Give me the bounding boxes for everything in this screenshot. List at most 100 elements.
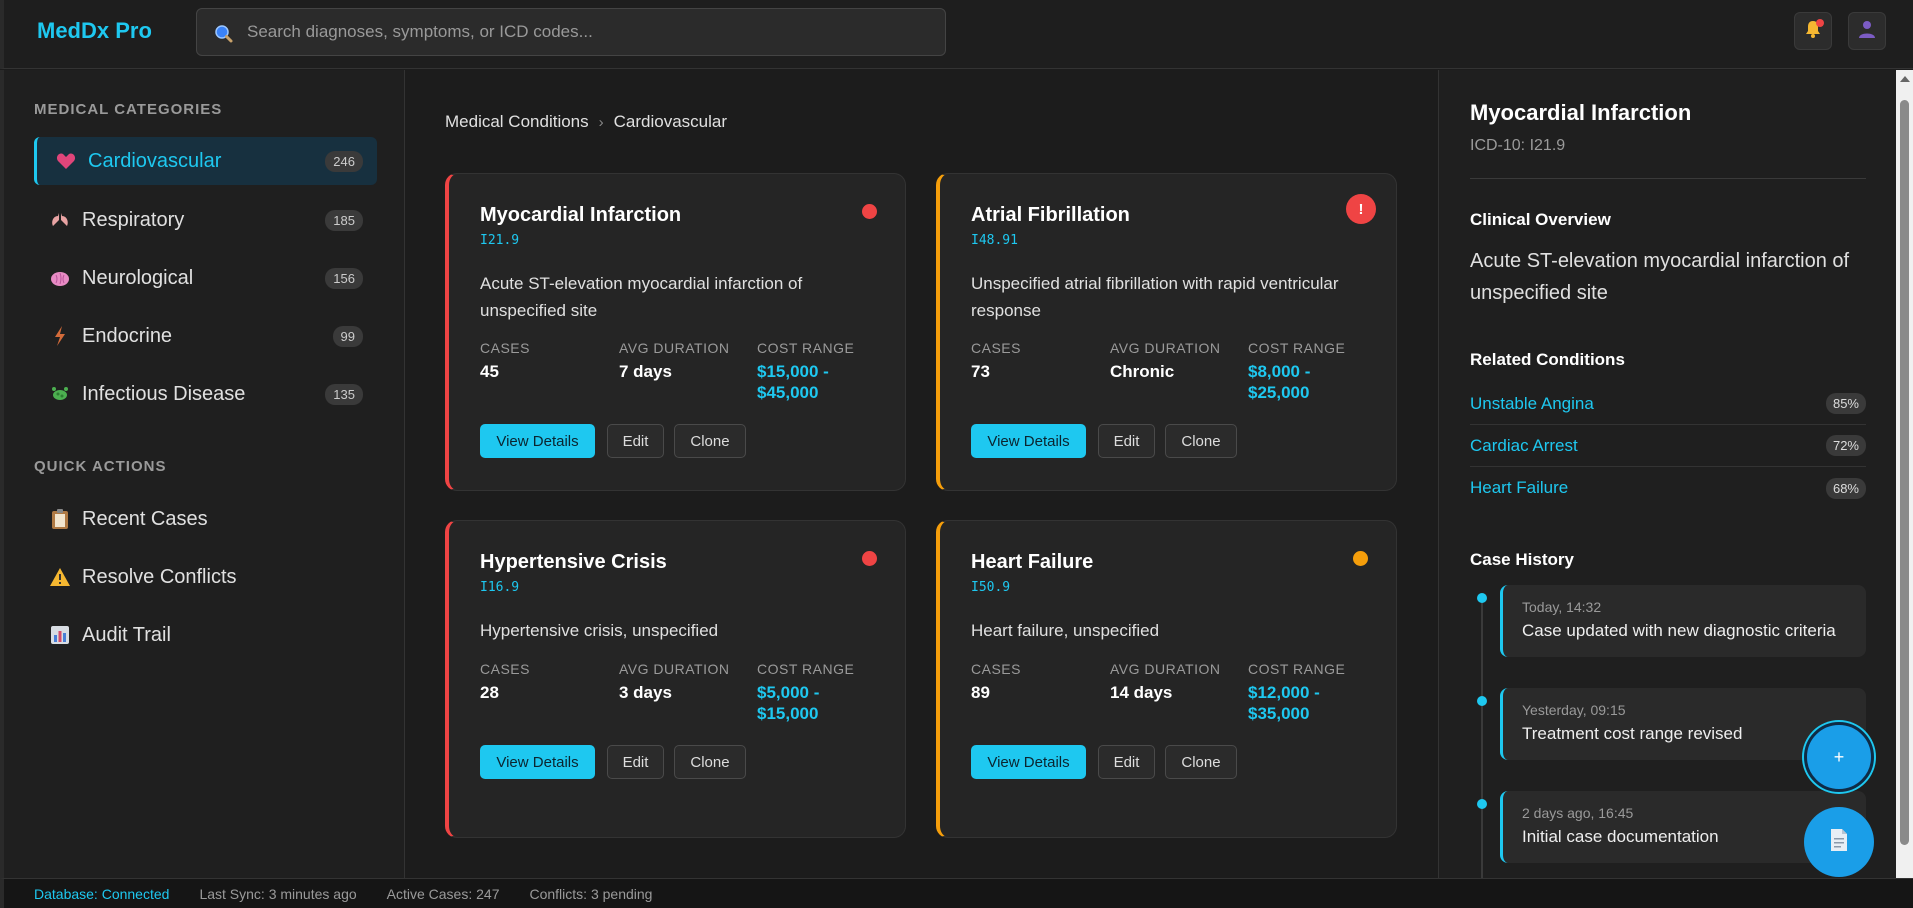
timeline-line [1481, 600, 1483, 890]
severity-indicator [862, 551, 877, 566]
breadcrumb-root[interactable]: Medical Conditions [445, 112, 589, 132]
duration-stat: AVG DURATION 14 days [1110, 661, 1221, 702]
related-condition-link[interactable]: Cardiac Arrest [1470, 436, 1578, 456]
user-profile-button[interactable] [1848, 12, 1886, 50]
overview-heading: Clinical Overview [1470, 210, 1611, 229]
similarity-badge: 68% [1825, 477, 1866, 499]
app-logo[interactable]: MedDx Pro [37, 18, 152, 44]
sidebar-item-label: Neurological [82, 266, 194, 289]
sidebar-item-endocrine[interactable]: Endocrine 99 [34, 312, 377, 360]
categories-heading: MEDICAL CATEGORIES [34, 101, 223, 118]
user-icon [1857, 19, 1877, 44]
view-details-button[interactable]: View Details [480, 424, 595, 458]
edit-button[interactable]: Edit [1098, 745, 1155, 779]
sidebar-item-label: Respiratory [82, 208, 185, 231]
related-heading: Related Conditions [1470, 350, 1625, 369]
search-input[interactable] [247, 9, 927, 55]
condition-description: Acute ST-elevation myocardial infarction… [480, 274, 803, 320]
scrollbar-thumb[interactable] [1900, 100, 1909, 845]
view-details-button[interactable]: View Details [480, 745, 595, 779]
status-bar: Database: Connected Last Sync: 3 minutes… [0, 878, 1913, 908]
scroll-up-arrow[interactable] [1900, 76, 1910, 82]
cases-stat: CASES 45 [480, 340, 530, 381]
sidebar-item-label: Cardiovascular [88, 149, 222, 172]
divider [1470, 178, 1866, 179]
edit-button[interactable]: Edit [607, 424, 664, 458]
cases-stat: CASES 28 [480, 661, 530, 702]
similarity-badge: 72% [1825, 435, 1866, 456]
cost-stat: COST RANGE $5,000 - $15,000 [757, 661, 855, 723]
similarity-badge: 85% [1825, 393, 1866, 414]
condition-title: Myocardial Infarction [480, 204, 682, 226]
condition-card[interactable]: Hypertensive Crisis I16.9 Hypertensive c… [445, 520, 906, 838]
clone-button[interactable]: Clone [674, 745, 746, 779]
clone-button[interactable]: Clone [1165, 745, 1237, 779]
sidebar-item-cardiovascular[interactable]: Cardiovascular 246 [34, 137, 377, 185]
related-condition[interactable]: Cardiac Arrest 72% [1470, 425, 1866, 467]
sidebar-item-label: Recent Cases [82, 507, 208, 530]
view-details-button[interactable]: View Details [971, 424, 1086, 458]
detail-title: Myocardial Infarction [1470, 100, 1692, 125]
history-entry: Today, 14:32 Case updated with new diagn… [1500, 585, 1866, 657]
category-count: 135 [325, 383, 363, 405]
database-status: Database: Connected [34, 885, 170, 902]
scrollbar[interactable] [1896, 70, 1913, 878]
search-bar[interactable] [196, 8, 946, 56]
cases-stat: CASES 89 [971, 661, 1021, 702]
history-message: Case updated with new diagnostic criteri… [1522, 621, 1836, 640]
severity-indicator [862, 204, 877, 219]
condition-card[interactable]: Myocardial Infarction I21.9 Acute ST-ele… [445, 173, 906, 491]
sidebar-item-label: Audit Trail [82, 623, 171, 646]
app-header: MedDx Pro [0, 0, 1913, 69]
document-icon [1829, 828, 1849, 857]
sidebar: MEDICAL CATEGORIES Cardiovascular 246 Re… [0, 70, 405, 878]
edit-button[interactable]: Edit [1098, 424, 1155, 458]
category-count: 156 [325, 267, 363, 289]
related-condition[interactable]: Unstable Angina 85% [1470, 383, 1866, 425]
sync-status: Last Sync: 3 minutes ago [199, 885, 357, 902]
duration-stat: AVG DURATION Chronic [1110, 340, 1221, 381]
sidebar-item-label: Infectious Disease [82, 382, 246, 405]
related-condition[interactable]: Heart Failure 68% [1470, 467, 1866, 509]
duration-stat: AVG DURATION 3 days [619, 661, 730, 702]
notifications-button[interactable] [1794, 12, 1832, 50]
related-condition-link[interactable]: Heart Failure [1470, 478, 1568, 498]
quick-action-recent-cases[interactable]: Recent Cases [34, 495, 377, 543]
condition-title: Hypertensive Crisis [480, 551, 667, 573]
edit-button[interactable]: Edit [607, 745, 664, 779]
related-condition-link[interactable]: Unstable Angina [1470, 394, 1594, 414]
cases-stat: CASES 73 [971, 340, 1021, 381]
condition-card[interactable]: Heart Failure I50.9 Heart failure, unspe… [936, 520, 1397, 838]
clone-button[interactable]: Clone [1165, 424, 1237, 458]
condition-description: Hypertensive crisis, unspecified [480, 621, 719, 640]
breadcrumb-current: Cardiovascular [613, 112, 728, 131]
clone-button[interactable]: Clone [674, 424, 746, 458]
category-count: 99 [332, 325, 363, 347]
condition-description: Heart failure, unspecified [971, 621, 1160, 640]
history-time: Today, 14:32 [1522, 599, 1602, 615]
view-details-button[interactable]: View Details [971, 745, 1086, 779]
condition-card[interactable]: Atrial Fibrillation I48.91 ! Unspecified… [936, 173, 1397, 491]
sidebar-item-respiratory[interactable]: Respiratory 185 [34, 196, 377, 244]
warning-icon [48, 565, 72, 589]
document-button[interactable] [1804, 807, 1874, 877]
notification-badge [1816, 19, 1824, 27]
lightning-icon [48, 324, 72, 348]
sidebar-item-neurological[interactable]: Neurological 156 [34, 254, 377, 302]
condition-title: Heart Failure [971, 551, 1094, 573]
alert-icon: ! [1346, 194, 1376, 224]
icd-code: I16.9 [480, 580, 520, 595]
breadcrumb-separator: › [598, 113, 604, 131]
quick-action-resolve-conflicts[interactable]: Resolve Conflicts [34, 553, 377, 601]
detail-icd: ICD-10: I21.9 [1470, 137, 1566, 154]
add-case-button[interactable]: + [1804, 722, 1874, 792]
quick-action-audit-trail[interactable]: Audit Trail [34, 611, 377, 659]
quick-actions-heading: QUICK ACTIONS [34, 458, 167, 475]
icd-code: I50.9 [971, 580, 1011, 595]
cost-stat: COST RANGE $8,000 - $25,000 [1248, 340, 1346, 402]
history-time: Yesterday, 09:15 [1522, 702, 1626, 718]
cost-stat: COST RANGE $12,000 - $35,000 [1248, 661, 1346, 723]
icd-code: I48.91 [971, 233, 1018, 248]
timeline-dot [1477, 799, 1487, 809]
sidebar-item-infectious-disease[interactable]: Infectious Disease 135 [34, 370, 377, 418]
